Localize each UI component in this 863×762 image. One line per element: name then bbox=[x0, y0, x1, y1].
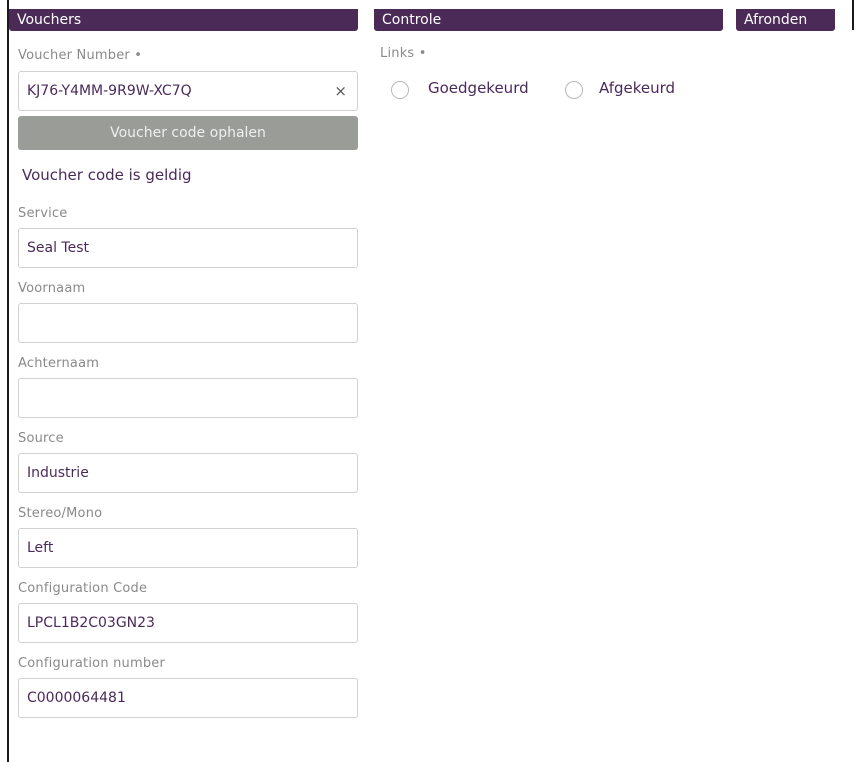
service-label: Service bbox=[18, 206, 68, 221]
tab-afronden[interactable]: Afronden bbox=[736, 9, 835, 31]
right-border bbox=[852, 0, 854, 30]
voornaam-label: Voornaam bbox=[18, 281, 86, 296]
achternaam-field[interactable] bbox=[18, 378, 358, 418]
achternaam-label: Achternaam bbox=[18, 356, 100, 371]
goedgekeurd-label[interactable]: Goedgekeurd bbox=[428, 79, 529, 97]
configuration-code-label: Configuration Code bbox=[18, 581, 148, 596]
stereo-mono-label: Stereo/Mono bbox=[18, 506, 103, 521]
left-border bbox=[7, 0, 9, 762]
configuration-number-label: Configuration number bbox=[18, 656, 166, 671]
tab-vouchers[interactable]: Vouchers bbox=[9, 9, 358, 31]
goedgekeurd-radio[interactable] bbox=[391, 81, 409, 99]
service-field[interactable]: Seal Test bbox=[18, 228, 358, 268]
voornaam-field[interactable] bbox=[18, 303, 358, 343]
configuration-code-value: LPCL1B2C03GN23 bbox=[27, 615, 155, 631]
source-value: Industrie bbox=[27, 465, 89, 481]
links-label: Links • bbox=[380, 46, 427, 61]
configuration-code-field[interactable]: LPCL1B2C03GN23 bbox=[18, 603, 358, 643]
fetch-voucher-button[interactable]: Voucher code ophalen bbox=[18, 116, 358, 150]
source-field[interactable]: Industrie bbox=[18, 453, 358, 493]
stereo-mono-field[interactable]: Left bbox=[18, 528, 358, 568]
stereo-mono-value: Left bbox=[27, 540, 54, 556]
afgekeurd-radio[interactable] bbox=[565, 81, 583, 99]
source-label: Source bbox=[18, 431, 64, 446]
clear-icon[interactable]: × bbox=[334, 72, 347, 110]
service-value: Seal Test bbox=[27, 240, 89, 256]
afgekeurd-label[interactable]: Afgekeurd bbox=[599, 79, 675, 97]
voucher-valid-message: Voucher code is geldig bbox=[22, 166, 192, 184]
voucher-number-field[interactable]: KJ76-Y4MM-9R9W-XC7Q × bbox=[18, 71, 358, 111]
configuration-number-value: C0000064481 bbox=[27, 690, 126, 706]
voucher-number-value: KJ76-Y4MM-9R9W-XC7Q bbox=[27, 83, 192, 99]
tab-controle[interactable]: Controle bbox=[374, 9, 723, 31]
voucher-number-label: Voucher Number • bbox=[18, 48, 143, 63]
configuration-number-field[interactable]: C0000064481 bbox=[18, 678, 358, 718]
